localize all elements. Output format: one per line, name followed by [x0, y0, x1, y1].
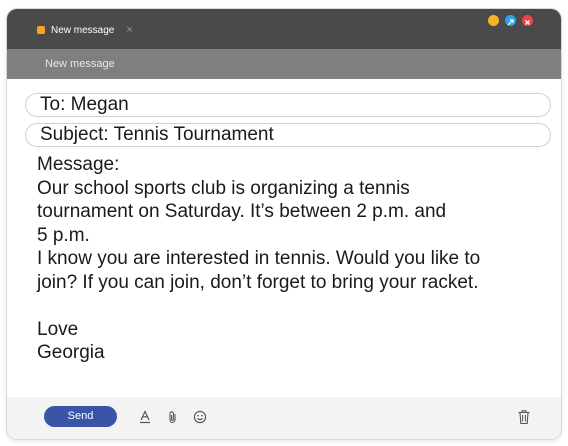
send-button[interactable]: Send [44, 406, 117, 427]
subject-field[interactable]: Subject: Tennis Tournament [25, 123, 551, 147]
message-body[interactable]: Message: Our school sports club is organ… [37, 153, 557, 365]
message-line: Love [37, 318, 79, 340]
close-icon[interactable] [522, 15, 533, 26]
attachment-icon[interactable] [166, 410, 180, 424]
email-compose-window: New message × New message To: Megan Subj… [7, 9, 561, 439]
message-line: join? If you can join, don’t forget to b… [37, 271, 479, 293]
to-field-text: To: Megan [40, 94, 129, 115]
title-bar: New message × [7, 9, 561, 49]
trash-icon[interactable] [517, 409, 531, 425]
to-field[interactable]: To: Megan [25, 93, 551, 117]
message-line: 5 p.m. [37, 224, 90, 246]
message-line [37, 294, 557, 318]
tab-title: New message [51, 24, 115, 36]
message-line: Message: [37, 154, 120, 175]
emoji-icon[interactable] [193, 410, 207, 424]
compose-header-title: New message [45, 58, 115, 70]
mail-icon [37, 26, 45, 34]
message-line: Our school sports club is organizing a t… [37, 177, 410, 199]
subject-field-text: Subject: Tennis Tournament [40, 124, 274, 145]
message-line: tournament on Saturday. It’s between 2 p… [37, 201, 447, 222]
compose-header: New message [7, 49, 561, 79]
tab-new-message[interactable]: New message × [37, 22, 133, 38]
window-controls [488, 15, 533, 26]
tab-close-icon[interactable]: × [126, 24, 132, 36]
text-format-icon[interactable] [138, 410, 152, 424]
message-line: I know you are interested in tennis. Wou… [37, 248, 481, 269]
maximize-icon[interactable] [505, 15, 516, 26]
compose-toolbar: Send [7, 397, 561, 439]
message-line: Georgia [37, 342, 105, 363]
minimize-icon[interactable] [488, 15, 499, 26]
